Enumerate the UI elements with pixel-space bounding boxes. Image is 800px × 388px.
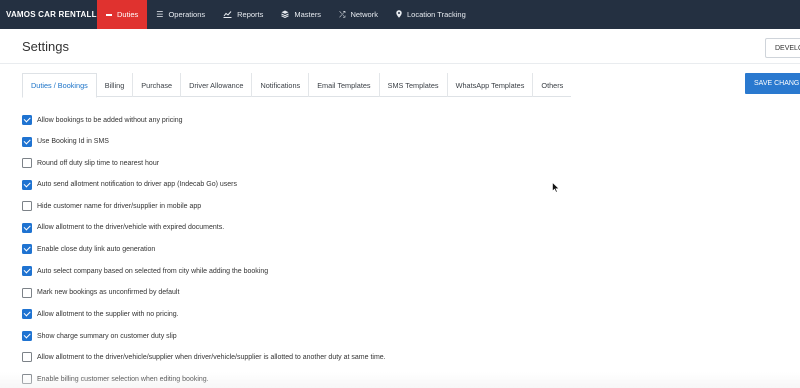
tab-purchase[interactable]: Purchase <box>133 73 182 97</box>
brand-logo[interactable]: VAMOS CAR RENTALL <box>0 0 97 29</box>
checkbox[interactable] <box>22 331 32 341</box>
setting-option[interactable]: Enable close duty link auto generation <box>22 243 155 255</box>
tab-others[interactable]: Others <box>533 73 571 97</box>
nav-item-label: Masters <box>294 10 322 19</box>
checkbox[interactable] <box>22 201 32 211</box>
tab-notifications[interactable]: Notifications <box>252 73 310 97</box>
checkbox[interactable] <box>22 222 32 233</box>
checkbox[interactable] <box>22 266 32 276</box>
setting-option[interactable]: Allow allotment to the driver/vehicle wi… <box>22 222 224 234</box>
checkbox[interactable] <box>22 352 32 362</box>
option-label: Show charge summary on customer duty sli… <box>37 332 177 340</box>
checkbox[interactable] <box>22 374 32 384</box>
top-navbar: VAMOS CAR RENTALL Duties ☰ Operations Re… <box>0 0 800 29</box>
list-icon: ☰ <box>156 9 164 19</box>
option-label: Allow bookings to be added without any p… <box>37 116 183 124</box>
tab-duties-bookings[interactable]: Duties / Bookings <box>22 73 97 98</box>
checkbox[interactable] <box>22 136 32 147</box>
dash-icon <box>106 13 112 16</box>
setting-option[interactable]: Allow allotment to the driver/vehicle/su… <box>22 351 386 363</box>
nav-item-label: Duties <box>117 10 139 19</box>
nav-item-reports[interactable]: Reports <box>214 0 272 29</box>
option-label: Round off duty slip time to nearest hour <box>37 159 160 167</box>
page-title: Settings <box>22 39 69 54</box>
stack-icon <box>281 10 290 20</box>
tab-billing[interactable]: Billing <box>97 73 134 97</box>
setting-option[interactable]: Auto select company based on selected fr… <box>22 265 268 277</box>
option-label: Allow allotment to the supplier with no … <box>37 310 179 318</box>
setting-option[interactable]: Enable billing customer selection when e… <box>22 373 209 385</box>
tab-email-templates[interactable]: Email Templates <box>309 73 380 97</box>
setting-option[interactable]: Allow allotment to the supplier with no … <box>22 308 179 320</box>
checkbox[interactable] <box>22 179 32 190</box>
tab-whatsapp-templates[interactable]: WhatsApp Templates <box>448 73 534 97</box>
checkbox[interactable] <box>22 244 32 254</box>
option-label: Auto send allotment notification to driv… <box>37 181 237 188</box>
nav-item-duties[interactable]: Duties <box>97 0 148 29</box>
developer-button[interactable]: DEVELO <box>765 38 800 58</box>
checkbox[interactable] <box>22 287 32 298</box>
setting-option[interactable]: Show charge summary on customer duty sli… <box>22 330 177 342</box>
checkbox[interactable] <box>22 115 32 125</box>
save-changes-button[interactable]: SAVE CHANG <box>745 73 800 94</box>
option-label: Hide customer name for driver/supplier i… <box>37 202 202 210</box>
nav-item-location-tracking[interactable]: Location Tracking <box>387 0 475 29</box>
checkbox[interactable] <box>22 309 32 319</box>
option-label: Enable billing customer selection when e… <box>37 375 209 383</box>
setting-option[interactable]: Allow bookings to be added without any p… <box>22 114 183 126</box>
nav-item-network[interactable]: ⤮ Network <box>330 0 387 29</box>
header-divider <box>0 63 800 64</box>
chart-icon <box>223 10 232 20</box>
mouse-cursor-icon <box>552 182 560 193</box>
option-label: Allow allotment to the driver/vehicle/su… <box>37 353 386 361</box>
checkbox[interactable] <box>22 158 32 168</box>
nav-item-label: Reports <box>237 10 264 19</box>
option-label: Auto select company based on selected fr… <box>37 267 269 275</box>
nav-item-operations[interactable]: ☰ Operations <box>147 0 214 29</box>
option-label: Mark new bookings as unconfirmed by defa… <box>37 289 180 296</box>
setting-option[interactable]: Hide customer name for driver/supplier i… <box>22 200 201 212</box>
option-label: Use Booking Id in SMS <box>37 138 109 145</box>
nav-item-label: Operations <box>168 10 206 19</box>
nav-item-masters[interactable]: Masters <box>272 0 330 29</box>
setting-option[interactable]: Auto send allotment notification to driv… <box>22 179 237 191</box>
map-pin-icon <box>396 9 402 20</box>
setting-option[interactable]: Round off duty slip time to nearest hour <box>22 157 159 169</box>
option-label: Allow allotment to the driver/vehicle wi… <box>37 224 225 231</box>
nav-item-label: Network <box>350 10 378 19</box>
shuffle-icon: ⤮ <box>339 9 346 19</box>
tab-driver-allowance[interactable]: Driver Allowance <box>181 73 253 97</box>
option-label: Enable close duty link auto generation <box>37 245 156 253</box>
settings-tabs: Duties / Bookings Billing Purchase Drive… <box>22 73 572 98</box>
nav-item-label: Location Tracking <box>406 10 466 19</box>
setting-option[interactable]: Use Booking Id in SMS <box>22 136 109 148</box>
tab-sms-templates[interactable]: SMS Templates <box>380 73 448 97</box>
setting-option[interactable]: Mark new bookings as unconfirmed by defa… <box>22 287 179 299</box>
